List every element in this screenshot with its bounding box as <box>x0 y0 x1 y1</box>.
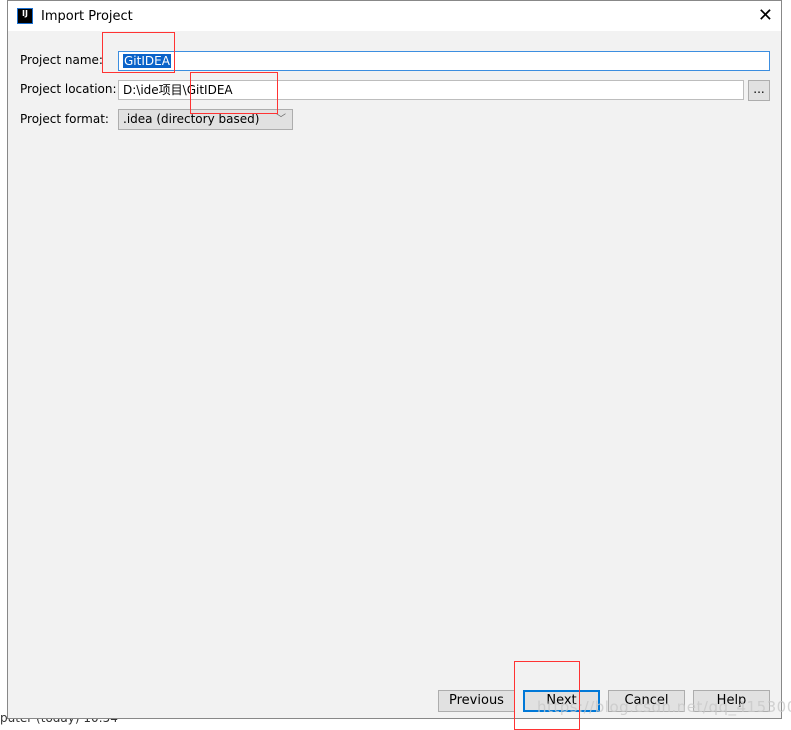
import-project-dialog: IJ Import Project ✕ Project name: GitIDE… <box>7 0 782 719</box>
project-format-value: .idea (directory based) <box>123 112 260 126</box>
project-name-label: Project name: <box>20 53 103 67</box>
project-name-input[interactable]: GitIDEA <box>118 51 770 71</box>
project-location-label: Project location: <box>20 82 117 96</box>
project-format-select[interactable]: .idea (directory based) ﹀ <box>118 109 293 130</box>
close-icon[interactable]: ✕ <box>758 5 773 26</box>
project-format-row: Project format: <box>20 112 118 126</box>
title-bar: IJ Import Project ✕ <box>8 1 781 31</box>
intellij-logo-icon: IJ <box>17 8 33 24</box>
project-name-value: GitIDEA <box>123 54 171 68</box>
project-location-row: Project location: <box>20 82 118 96</box>
browse-button[interactable]: ... <box>748 80 770 101</box>
project-location-input[interactable]: D:\ide项目\GitIDEA <box>118 80 744 100</box>
project-format-label: Project format: <box>20 112 109 126</box>
dialog-title: Import Project <box>41 8 133 24</box>
watermark: https://blog.csdn.net/qq_41530004 <box>537 698 791 716</box>
project-name-row: Project name: <box>20 53 118 67</box>
previous-button[interactable]: Previous <box>438 690 515 712</box>
chevron-down-icon: ﹀ <box>276 114 286 125</box>
